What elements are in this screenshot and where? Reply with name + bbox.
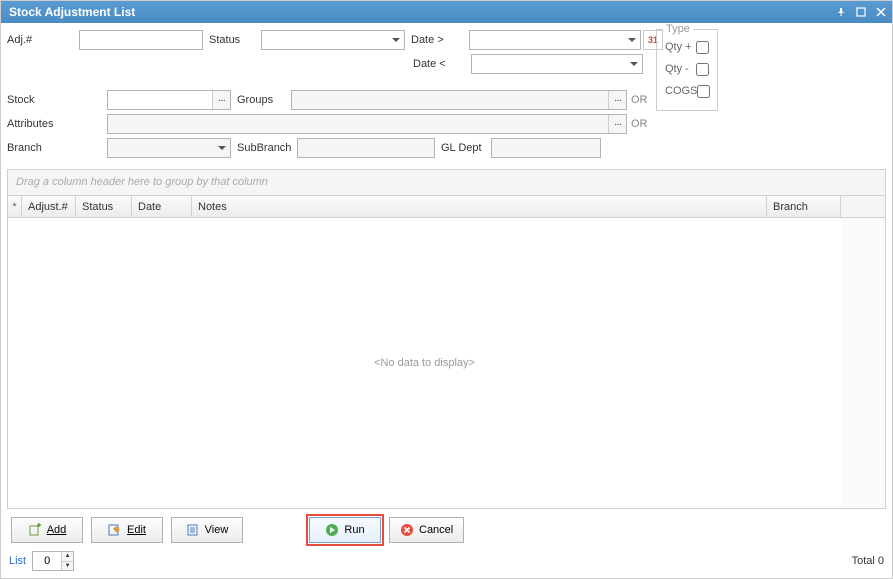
chevron-down-icon[interactable]: ▼ xyxy=(62,562,73,571)
groups-label: Groups xyxy=(237,94,291,106)
edit-icon xyxy=(108,523,122,537)
status-bar: List ▲ ▼ Total 0 xyxy=(1,549,892,575)
edit-label: Edit xyxy=(127,524,146,536)
cancel-label: Cancel xyxy=(419,524,453,536)
groups-lookup[interactable] xyxy=(291,90,627,110)
cogs-label: COGS xyxy=(665,85,697,97)
cancel-button[interactable]: Cancel xyxy=(389,517,464,543)
status-select[interactable] xyxy=(261,30,405,50)
ellipsis-icon[interactable]: ··· xyxy=(212,91,230,109)
list-label: List xyxy=(9,555,26,567)
edit-button[interactable]: Edit xyxy=(91,517,163,543)
maximize-icon[interactable] xyxy=(854,5,868,19)
run-button[interactable]: Run xyxy=(309,517,381,543)
gldept-label: GL Dept xyxy=(441,142,491,154)
grid-header: * Adjust.# Status Date Notes Branch xyxy=(8,196,841,218)
add-label: Add xyxy=(47,524,67,536)
stock-label: Stock xyxy=(7,94,107,106)
close-icon[interactable] xyxy=(874,5,888,19)
qty-plus-checkbox[interactable] xyxy=(696,41,709,54)
view-icon xyxy=(186,523,200,537)
adj-input[interactable] xyxy=(79,30,203,50)
chevron-up-icon[interactable]: ▲ xyxy=(62,552,73,562)
cogs-checkbox[interactable] xyxy=(697,85,710,98)
type-legend: Type xyxy=(663,23,693,35)
grid-empty-text: <No data to display> xyxy=(374,357,475,369)
qty-plus-label: Qty + xyxy=(665,41,692,53)
date-gt-label: Date > xyxy=(411,34,469,46)
gldept-input[interactable] xyxy=(491,138,601,158)
action-bar: Add Edit View Run Cancel xyxy=(1,509,892,549)
col-branch[interactable]: Branch xyxy=(767,196,841,217)
subbranch-label: SubBranch xyxy=(237,142,297,154)
groups-or: OR xyxy=(631,94,648,106)
view-label: View xyxy=(205,524,229,536)
col-adjust[interactable]: Adjust.# xyxy=(22,196,76,217)
status-label: Status xyxy=(209,34,261,46)
adj-label: Adj.# xyxy=(7,34,79,46)
attributes-lookup[interactable] xyxy=(107,114,627,134)
date-gt-select[interactable] xyxy=(469,30,641,50)
type-groupbox: Type Qty + Qty - COGS xyxy=(656,29,718,111)
date-lt-select[interactable] xyxy=(471,54,643,74)
branch-label: Branch xyxy=(7,142,107,154)
ellipsis-icon[interactable]: ··· xyxy=(608,115,626,133)
col-notes[interactable]: Notes xyxy=(192,196,767,217)
date-lt-label: Date < xyxy=(413,58,471,70)
col-status[interactable]: Status xyxy=(76,196,132,217)
list-value[interactable] xyxy=(33,552,61,570)
col-date[interactable]: Date xyxy=(132,196,192,217)
ellipsis-icon[interactable]: ··· xyxy=(608,91,626,109)
cancel-icon xyxy=(400,523,414,537)
data-grid: Drag a column header here to group by th… xyxy=(7,169,886,509)
branch-select[interactable] xyxy=(107,138,231,158)
title-bar: Stock Adjustment List xyxy=(1,1,892,23)
list-spinner[interactable]: ▲ ▼ xyxy=(32,551,74,571)
qty-minus-checkbox[interactable] xyxy=(696,63,709,76)
group-drop-zone[interactable]: Drag a column header here to group by th… xyxy=(8,170,885,196)
grid-body: <No data to display> xyxy=(8,218,841,508)
run-icon xyxy=(325,523,339,537)
total-label: Total 0 xyxy=(852,555,884,567)
grid-selector-col[interactable]: * xyxy=(8,196,22,217)
run-label: Run xyxy=(344,524,364,536)
attributes-or: OR xyxy=(631,118,648,130)
pin-icon[interactable] xyxy=(834,5,848,19)
attributes-label: Attributes xyxy=(7,118,107,130)
add-button[interactable]: Add xyxy=(11,517,83,543)
window-controls xyxy=(834,5,888,19)
window-title: Stock Adjustment List xyxy=(9,5,834,19)
view-button[interactable]: View xyxy=(171,517,243,543)
subbranch-input[interactable] xyxy=(297,138,435,158)
filter-panel: Adj.# Status Date > 31 Date < Stock ··· … xyxy=(1,23,892,165)
add-icon xyxy=(28,523,42,537)
qty-minus-label: Qty - xyxy=(665,63,689,75)
